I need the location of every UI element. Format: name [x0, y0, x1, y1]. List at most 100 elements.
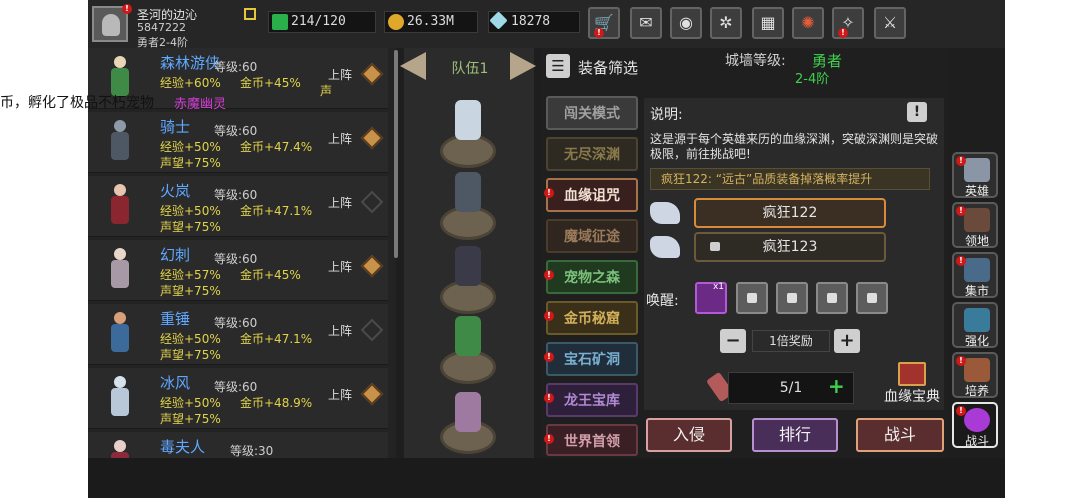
deploy-toggle[interactable] [360, 254, 384, 278]
awaken-label: 唤醒: [646, 293, 679, 309]
gift-button[interactable]: ▦ [752, 7, 784, 39]
assassin-sprite [102, 246, 138, 294]
nav-hero[interactable]: 英雄 ! [952, 152, 998, 198]
gamepad-button[interactable]: ◉ [670, 7, 702, 39]
nav-territory[interactable]: 领地 ! [952, 202, 998, 248]
hero-row[interactable]: 火岚 等级:60 经验+50% 金币+47.1% 声望+75% 上阵 [88, 176, 388, 237]
hero-name: 冰风 [160, 374, 191, 392]
fireworks-button[interactable]: ✧ [832, 7, 864, 39]
hero-row[interactable]: 重锤 等级:60 经验+50% 金币+47.1% 声望+75% 上阵 [88, 304, 388, 365]
mode-bloodline-curse[interactable]: 血缘诅咒 [546, 178, 638, 212]
nav-badge: ! [956, 156, 966, 166]
hero-level: 等级:60 [214, 60, 258, 74]
deploy-toggle[interactable] [360, 126, 384, 150]
prev-team-arrow-icon[interactable] [400, 52, 426, 80]
mode-stage[interactable]: 闯关模式 [546, 96, 638, 130]
hero-row[interactable]: 骑士 等级:60 经验+50% 金币+47.4% 声望+75% 上阵 [88, 112, 388, 173]
mode-world-boss[interactable]: 世界首领 [546, 424, 638, 456]
battle-swords-button[interactable]: ⚔ [874, 7, 906, 39]
hero-row[interactable]: 冰风 等级:60 经验+50% 金币+48.9% 声望+75% 上阵 [88, 368, 388, 429]
team-hero-ice-wind [455, 100, 481, 140]
awaken-slot-locked[interactable] [776, 282, 808, 314]
nav-market[interactable]: 集市 ! [952, 252, 998, 298]
hero-level: 等级:30 [230, 444, 274, 458]
deploy-toggle[interactable] [360, 382, 384, 406]
left-margin [0, 0, 88, 498]
mode-gold-cave[interactable]: 金币秘窟 [546, 301, 638, 335]
hero-name: 森林游侠 [160, 54, 221, 72]
hero-row[interactable]: 幻刺 等级:60 经验+57% 金币+45% 声望+75% 上阵 [88, 240, 388, 301]
invade-button[interactable]: 入侵 [646, 418, 732, 452]
gems-value: 18278 [511, 14, 551, 29]
hero-gold-bonus: 金币+47.1% [240, 204, 313, 218]
hero-list-scrollbar[interactable] [394, 50, 398, 258]
nav-cultivate[interactable]: 培养 ! [952, 352, 998, 398]
key-count-value: 5/1 [779, 380, 803, 396]
lock-icon [710, 242, 720, 251]
awaken-slot-locked[interactable] [736, 282, 768, 314]
broadcast-text: 币，孵化了极品不朽宠物 [0, 95, 154, 111]
mode-pet-forest[interactable]: 宠物之森 [546, 260, 638, 294]
difficulty-locked[interactable]: 疯狂123 [694, 232, 886, 262]
potion-icon [964, 358, 990, 382]
bloodline-book-label[interactable]: 血缘宝典 [884, 386, 940, 406]
difficulty-selected[interactable]: 疯狂122 [694, 198, 886, 228]
nav-territory-label: 领地 [964, 234, 989, 248]
fireworks-badge: ! [838, 28, 848, 38]
shop-button[interactable]: 🛒 [588, 7, 620, 39]
mode-dragon-vault[interactable]: 龙王宝库 [546, 383, 638, 417]
deploy-toggle[interactable] [360, 62, 384, 86]
hero-level: 等级:60 [214, 124, 258, 138]
hero-deploy-label: 上阵 [328, 324, 353, 338]
nav-enhance[interactable]: 强化 [952, 302, 998, 348]
wall-level-sub: 2-4阶 [795, 72, 830, 87]
filter-menu-icon[interactable]: ☰ [546, 54, 570, 78]
nav-battle[interactable]: 战斗 ! [952, 402, 998, 448]
deploy-toggle[interactable] [360, 318, 384, 342]
book-icon[interactable] [898, 362, 926, 386]
portal-icon [964, 408, 990, 432]
hero-exp-bonus: 经验+50% [160, 396, 221, 410]
hero-deploy-label: 上阵 [328, 68, 353, 82]
mail-button[interactable]: ✉ [630, 7, 662, 39]
hero-gold-bonus: 金币+45% [240, 268, 301, 282]
lock-icon [867, 293, 877, 303]
mode-endless-abyss[interactable]: 无尽深渊 [546, 137, 638, 171]
reward-minus-button[interactable]: − [720, 329, 746, 353]
rank-button[interactable]: 排行 [752, 418, 838, 452]
description-title: 说明: [650, 107, 683, 123]
awaken-slot-locked[interactable] [856, 282, 888, 314]
reward-plus-button[interactable]: + [834, 329, 860, 353]
awaken-slot-locked[interactable] [816, 282, 848, 314]
awaken-slot-active[interactable]: x1 [695, 282, 727, 314]
hammer-sprite [102, 310, 138, 358]
hero-level: 等级:60 [214, 188, 258, 202]
crossed-swords-icon: ⚔ [882, 13, 898, 32]
difficulty-locked-label: 疯狂123 [762, 239, 818, 255]
info-icon[interactable]: ! [907, 102, 927, 122]
team-hero-knight [455, 172, 481, 212]
settings-button[interactable]: ✲ [710, 7, 742, 39]
equipment-filter-label[interactable]: 装备筛选 [578, 57, 638, 78]
hero-exp-bonus: 经验+50% [160, 204, 221, 218]
wall-level-label: 城墙等级: [725, 53, 786, 69]
mode-demon-journey[interactable]: 魔域征途 [546, 219, 638, 253]
edit-name-icon[interactable] [244, 8, 256, 20]
hero-deploy-label: 上阵 [328, 196, 353, 210]
add-keys-button[interactable]: + [828, 374, 845, 398]
mode-gem-mine[interactable]: 宝石矿洞 [546, 342, 638, 376]
battle-button[interactable]: 战斗 [856, 418, 944, 452]
forge-icon [964, 308, 990, 332]
next-team-arrow-icon[interactable] [510, 52, 536, 80]
nav-enhance-label: 强化 [964, 334, 989, 348]
hero-gold-bonus: 金币+45% [240, 76, 301, 90]
hero-exp-bonus: 经验+50% [160, 140, 221, 154]
description-text: 这是源于每个英雄来历的血缘深渊，突破深渊则是突破极限，前往挑战吧! [650, 132, 939, 161]
wheel-button[interactable]: ✺ [792, 7, 824, 39]
hero-gold-bonus: 金币+48.9% [240, 396, 313, 410]
deploy-toggle[interactable] [360, 190, 384, 214]
hero-row[interactable]: 毒夫人 等级:30 [88, 432, 388, 458]
hero-deploy-label: 上阵 [328, 260, 353, 274]
gamepad-icon: ◉ [679, 13, 693, 32]
ice-wind-sprite [102, 374, 138, 422]
